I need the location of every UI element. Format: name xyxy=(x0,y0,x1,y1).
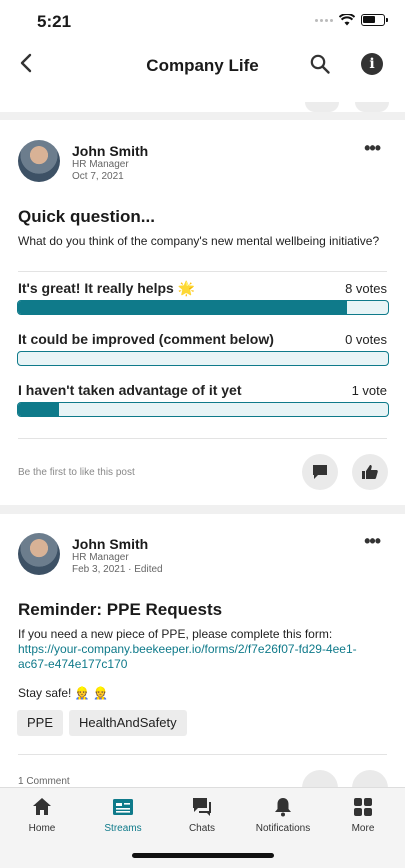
poll-option-votes: 1 vote xyxy=(351,383,387,398)
bell-icon xyxy=(275,798,291,817)
poll-option-bar[interactable] xyxy=(17,402,389,417)
previous-post-comment-button[interactable] xyxy=(305,102,339,112)
grid-icon xyxy=(354,798,372,816)
poll-option-label: It could be improved (comment below) xyxy=(18,331,274,347)
author-name[interactable]: John Smith xyxy=(72,536,148,552)
poll-option-bar[interactable] xyxy=(17,300,389,315)
post-text: What do you think of the company's new m… xyxy=(18,234,380,248)
poll-option-votes: 8 votes xyxy=(345,281,387,296)
poll-option-label: It's great! It really helps 🌟 xyxy=(18,280,196,296)
tab-label: Notifications xyxy=(255,823,311,834)
post-date: Feb 3, 2021 · Edited xyxy=(72,564,163,575)
post-date: Oct 7, 2021 xyxy=(72,171,124,182)
chats-icon xyxy=(193,798,211,816)
poll-option-votes: 0 votes xyxy=(345,332,387,347)
more-options-icon[interactable]: ••• xyxy=(364,531,381,552)
post-card: John Smith HR Manager Oct 7, 2021 ••• Qu… xyxy=(0,120,405,505)
divider xyxy=(18,438,387,439)
home-indicator xyxy=(132,853,274,858)
tab-notifications[interactable]: Notifications xyxy=(243,796,323,834)
tab-chats[interactable]: Chats xyxy=(162,796,242,834)
author-role: HR Manager xyxy=(72,159,129,170)
poll-option-bar[interactable] xyxy=(17,351,389,366)
post-title: Quick question... xyxy=(18,207,155,226)
form-link[interactable]: https://your-company.beekeeper.io/forms/… xyxy=(18,642,385,672)
author-role: HR Manager xyxy=(72,552,129,563)
cellular-signal-icon xyxy=(315,18,333,22)
post-card: John Smith HR Manager Feb 3, 2021 · Edit… xyxy=(0,514,405,806)
tab-label: Chats xyxy=(188,823,216,834)
post-text: If you need a new piece of PPE, please c… xyxy=(18,627,333,641)
post-text-signoff: Stay safe! 👷 👷 xyxy=(18,686,108,700)
search-icon[interactable] xyxy=(309,53,331,75)
tag-ppe[interactable]: PPE xyxy=(17,710,64,736)
tab-label: More xyxy=(351,823,375,834)
tab-label: Streams xyxy=(104,823,142,834)
thumbs-up-icon xyxy=(362,465,378,479)
tab-label: Home xyxy=(28,823,56,834)
tag-health-and-safety[interactable]: HealthAndSafety xyxy=(69,710,187,736)
previous-post-like-button[interactable] xyxy=(355,102,389,112)
comment-icon xyxy=(313,465,327,479)
divider xyxy=(18,271,387,272)
poll-option-label: I haven't taken advantage of it yet xyxy=(18,382,242,398)
nav-bar: Company Life i xyxy=(0,40,405,112)
page-title: Company Life xyxy=(146,56,259,75)
divider xyxy=(18,754,387,755)
tab-more[interactable]: More xyxy=(323,796,403,834)
poll-option-bar-fill xyxy=(18,301,348,314)
streams-icon xyxy=(113,799,133,815)
avatar[interactable] xyxy=(18,533,60,575)
author-name[interactable]: John Smith xyxy=(72,143,148,159)
more-options-icon[interactable]: ••• xyxy=(364,138,381,159)
wifi-icon xyxy=(339,14,355,26)
tab-home[interactable]: Home xyxy=(2,796,82,834)
tab-streams[interactable]: Streams xyxy=(83,796,163,834)
avatar[interactable] xyxy=(18,140,60,182)
post-title: Reminder: PPE Requests xyxy=(18,600,223,619)
comment-button[interactable] xyxy=(302,454,338,490)
info-icon[interactable]: i xyxy=(361,53,383,75)
status-bar: 5:21 xyxy=(0,0,405,40)
comment-count-text[interactable]: 1 Comment xyxy=(18,776,70,787)
poll-option-bar-fill xyxy=(18,403,59,416)
like-hint-text: Be the first to like this post xyxy=(18,467,135,478)
battery-icon xyxy=(361,14,388,26)
status-time: 5:21 xyxy=(37,12,72,31)
like-button[interactable] xyxy=(352,454,388,490)
home-icon xyxy=(33,798,51,815)
